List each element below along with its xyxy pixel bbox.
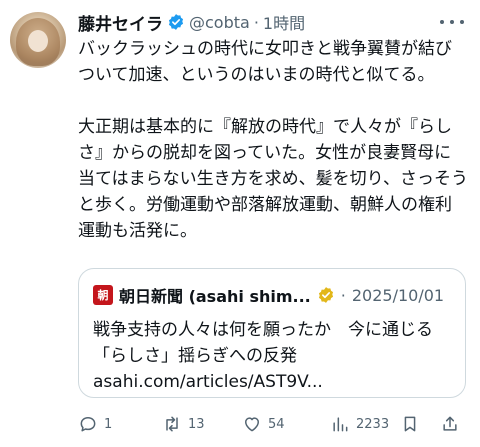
- action-bar: 1 13 54 2233: [78, 410, 468, 438]
- quote-separator: ·: [340, 285, 346, 305]
- tweet-paragraph: バックラッシュの時代に女叩きと戦争翼賛が結びついて加速、というのはいまの時代と似…: [78, 39, 452, 85]
- asahi-logo-icon: 朝: [93, 285, 113, 305]
- views-button[interactable]: 2233: [330, 410, 389, 438]
- author-name[interactable]: 藤井セイラ: [78, 10, 163, 35]
- more-dot: [450, 20, 454, 24]
- reply-count: 1: [104, 416, 113, 432]
- like-icon: [245, 417, 259, 432]
- views-count: 2233: [356, 416, 390, 432]
- like-button[interactable]: 54: [242, 410, 285, 438]
- more-dot: [440, 20, 444, 24]
- quote-date: 2025/10/01: [351, 285, 445, 305]
- reply-icon: [80, 417, 96, 432]
- repost-button[interactable]: 13: [162, 410, 205, 438]
- views-icon: [333, 417, 348, 432]
- quote-source-name: 朝日新聞 (asahi shim...: [119, 287, 311, 306]
- more-dot: [460, 20, 464, 24]
- share-button[interactable]: [440, 410, 460, 438]
- bookmark-button[interactable]: [400, 410, 420, 438]
- more-icon[interactable]: [440, 12, 464, 32]
- reply-button[interactable]: 1: [78, 410, 112, 438]
- tweet-time[interactable]: 1時間: [263, 10, 305, 34]
- tweet-paragraph: 大正期は基本的に『解放の時代』で人々が『らしさ』からの脱却を図っていた。女性が良…: [78, 117, 468, 241]
- verified-badge-icon: [168, 14, 184, 30]
- tweet-text: バックラッシュの時代に女叩きと戦争翼賛が結びついて加速、というのはいまの時代と似…: [78, 36, 468, 244]
- tweet-header: 藤井セイラ @cobta · 1時間: [78, 10, 305, 35]
- quote-tweet-card[interactable]: 朝 朝日新聞 (asahi shim... · 2025/10/01 戦争支持の…: [78, 268, 466, 398]
- quote-header: 朝 朝日新聞 (asahi shim... · 2025/10/01: [93, 283, 444, 307]
- header-separator: ·: [253, 12, 259, 32]
- bookmark-icon: [404, 416, 416, 432]
- author-handle[interactable]: @cobta: [189, 13, 250, 32]
- avatar-face: [28, 30, 48, 52]
- repost-count: 13: [188, 416, 205, 432]
- verified-gold-badge-icon: [318, 287, 333, 303]
- like-count: 54: [268, 416, 285, 432]
- repost-icon: [166, 416, 178, 432]
- share-icon: [443, 416, 457, 431]
- author-avatar[interactable]: [10, 12, 66, 68]
- quote-text: 戦争支持の人々は何を願ったか 今に通じる「らしさ」揺らぎへの反発 asahi.c…: [93, 320, 433, 392]
